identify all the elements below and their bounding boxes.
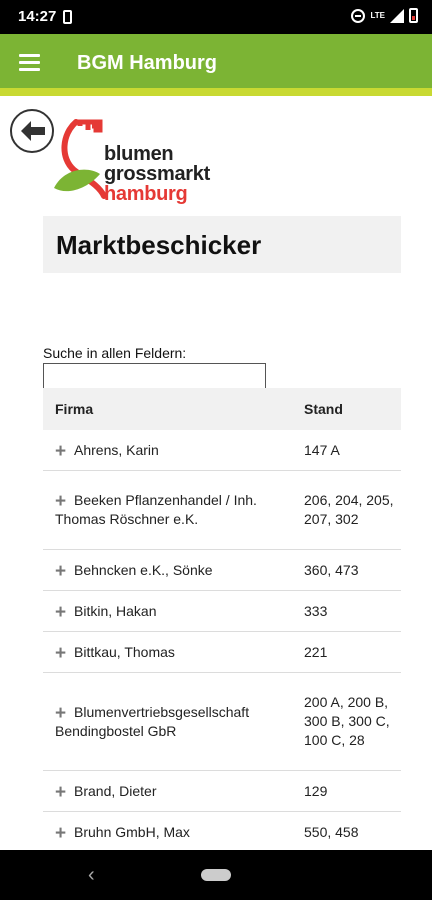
page-title: Marktbeschicker	[56, 230, 262, 260]
table-row[interactable]: + Bittkau, Thomas 221	[43, 632, 401, 673]
table-row[interactable]: + Ahrens, Karin 147 A	[43, 430, 401, 471]
logo-text-hamburg: hamburg	[104, 183, 188, 205]
stand-cell: 550, 458	[304, 823, 359, 840]
firma-cell: + Bitkin, Hakan	[55, 601, 157, 623]
main-content: blumen grossmarkt hamburg Marktbeschicke…	[0, 104, 432, 850]
firma-cell: + Brand, Dieter	[55, 781, 157, 803]
table-row[interactable]: + Behncken e.K., Sönke 360, 473	[43, 550, 401, 591]
stand-cell: 147 A	[304, 441, 340, 458]
firma-cell: + Ahrens, Karin	[55, 440, 159, 462]
hamburger-menu-icon[interactable]	[19, 54, 40, 72]
column-header-firma: Firma	[55, 401, 94, 417]
dnd-icon	[351, 8, 366, 23]
table-row[interactable]: + Beeken Pflanzenhandel / Inh. Thomas Rös…	[43, 471, 401, 550]
stand-cell: 200 A, 200 B, 300 B, 300 C, 100 C, 28	[304, 694, 390, 748]
app-bar: BGM Hamburg	[0, 34, 432, 96]
stand-cell: 129	[304, 782, 328, 799]
page-title-box: Marktbeschicker	[43, 216, 401, 273]
firma-cell: + Bruhn GmbH, Max	[55, 822, 190, 844]
firma-cell: + Behncken e.K., Sönke	[55, 560, 213, 582]
logo-text-grossmarkt: grossmarkt	[104, 163, 210, 185]
logo-text-blumen: blumen	[104, 143, 174, 165]
expand-plus-icon[interactable]: +	[55, 824, 74, 843]
arrow-left-icon	[21, 121, 45, 141]
table-row[interactable]: + Blumenvertriebsgesellschaft Bendingbost…	[43, 673, 401, 771]
exhibitors-table: Firma Stand + Ahrens, Karin 147 A + Beeken…	[43, 388, 401, 850]
expand-plus-icon[interactable]: +	[55, 603, 74, 622]
expand-plus-icon[interactable]: +	[55, 704, 74, 723]
expand-plus-icon[interactable]: +	[55, 442, 74, 461]
firma-cell: + Bittkau, Thomas	[55, 642, 175, 664]
expand-plus-icon[interactable]: +	[55, 783, 74, 802]
stand-cell: 206, 204, 205, 207, 302	[304, 492, 394, 527]
expand-plus-icon[interactable]: +	[55, 644, 74, 663]
stand-cell: 333	[304, 602, 328, 619]
table-header: Firma Stand	[43, 388, 401, 430]
expand-plus-icon[interactable]: +	[55, 562, 74, 581]
table-row[interactable]: + Bruhn GmbH, Max 550, 458	[43, 812, 401, 850]
status-icons: LTE	[351, 8, 418, 23]
stand-cell: 360, 473	[304, 561, 359, 578]
firma-cell: + Beeken Pflanzenhandel / Inh. Thomas Rös…	[55, 491, 257, 527]
nav-back-icon[interactable]: ‹	[88, 864, 95, 887]
column-header-stand: Stand	[304, 401, 343, 417]
nav-home-pill-icon[interactable]	[201, 869, 231, 881]
search-label: Suche in allen Feldern:	[43, 345, 187, 361]
lte-icon: LTE	[370, 10, 385, 20]
table-row[interactable]: + Brand, Dieter 129	[43, 771, 401, 812]
battery-saver-icon	[63, 10, 72, 24]
stand-cell: 221	[304, 643, 328, 660]
search-input[interactable]	[43, 363, 266, 389]
logo: blumen grossmarkt hamburg	[54, 118, 254, 208]
signal-icon	[390, 8, 404, 23]
battery-icon	[409, 8, 418, 23]
app-title: BGM Hamburg	[77, 52, 217, 74]
system-nav-bar: ‹	[0, 850, 432, 900]
table-row[interactable]: + Bitkin, Hakan 333	[43, 591, 401, 632]
back-button[interactable]	[10, 109, 54, 153]
expand-plus-icon[interactable]: +	[55, 492, 74, 511]
firma-cell: + Blumenvertriebsgesellschaft Bendingbost…	[55, 702, 250, 739]
status-bar: 14:27 LTE	[0, 0, 432, 34]
status-time: 14:27	[18, 8, 57, 25]
